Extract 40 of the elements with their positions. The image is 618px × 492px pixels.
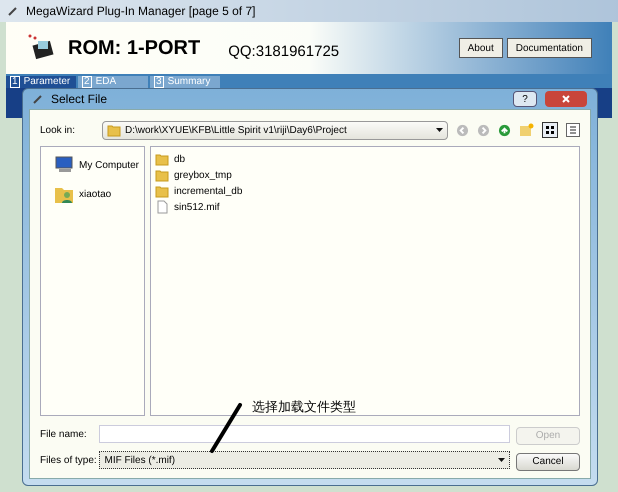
dropdown-arrow-icon <box>498 458 505 462</box>
tab[interactable]: 1 Parameter <box>6 76 76 88</box>
list-view-icon[interactable] <box>566 123 580 137</box>
place-item[interactable]: xiaotao <box>79 186 112 202</box>
folder-icon <box>155 184 169 198</box>
folder-icon <box>155 168 169 182</box>
up-icon[interactable] <box>498 124 511 136</box>
computer-icon <box>53 155 75 175</box>
file-item[interactable]: db <box>174 152 186 166</box>
window-title: MegaWizard Plug-In Manager [page 5 of 7] <box>26 3 256 20</box>
folder-icon <box>107 123 121 137</box>
wand-icon <box>33 94 43 104</box>
file-icon <box>155 200 169 214</box>
file-name-label: File name: <box>40 428 88 442</box>
dropdown-arrow-icon <box>436 128 443 132</box>
icon-view-icon[interactable] <box>542 122 558 138</box>
about-button[interactable]: About <box>458 38 503 58</box>
help-button[interactable]: ? <box>513 91 537 107</box>
close-icon <box>562 95 570 103</box>
header-title: ROM: 1-PORT <box>68 36 200 61</box>
cancel-button[interactable]: Cancel <box>516 452 580 470</box>
file-item[interactable]: incremental_db <box>174 184 242 198</box>
look-in-label: Look in: <box>40 124 76 138</box>
annotation-text: 选择加载文件类型 <box>252 399 356 417</box>
place-item[interactable]: My Computer <box>79 158 140 172</box>
annotation-line <box>208 402 244 454</box>
folder-icon <box>155 152 169 166</box>
file-name-field[interactable] <box>99 425 510 443</box>
close-button[interactable] <box>545 91 587 107</box>
file-item[interactable]: sin512.mif <box>174 200 220 214</box>
file-item[interactable]: greybox_tmp <box>174 168 232 182</box>
forward-icon[interactable] <box>477 124 490 136</box>
look-in-dropdown[interactable]: D:\work\XYUE\KFB\Little Spirit v1\riji\Day6\Project <box>102 120 448 140</box>
qq-note: QQ:3181961725 <box>228 42 340 62</box>
dialog-title: Select File <box>51 91 108 108</box>
wand-icon <box>8 6 18 16</box>
files-of-type-dropdown[interactable]: MIF Files (*.mif) <box>99 451 510 469</box>
documentation-button[interactable]: Documentation <box>506 38 592 58</box>
back-icon[interactable] <box>456 124 469 136</box>
files-of-type-label: Files of type: <box>40 454 98 468</box>
